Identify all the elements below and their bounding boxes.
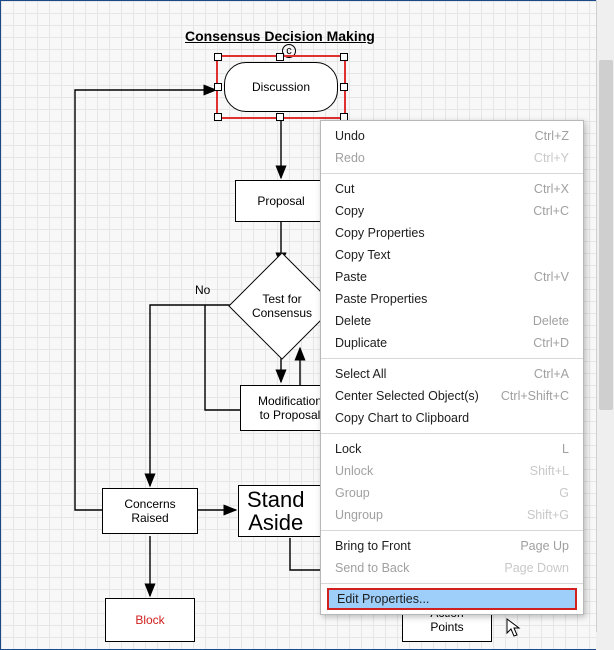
menu-separator: [321, 173, 583, 174]
node-block[interactable]: Block: [105, 598, 195, 642]
menu-label: Copy Properties: [335, 226, 425, 240]
menu-separator: [321, 433, 583, 434]
scrollbar-thumb[interactable]: [599, 60, 613, 410]
menu-label: Undo: [335, 129, 365, 143]
menu-label: Edit Properties...: [337, 592, 429, 606]
menu-group[interactable]: Group G: [321, 482, 583, 504]
menu-send-to-back[interactable]: Send to Back Page Down: [321, 557, 583, 579]
menu-copy-chart[interactable]: Copy Chart to Clipboard: [321, 407, 583, 429]
menu-shortcut: Shift+L: [530, 464, 569, 478]
context-menu: Undo Ctrl+Z Redo Ctrl+Y Cut Ctrl+X Copy …: [320, 120, 584, 615]
edge-label-no: No: [195, 283, 210, 297]
menu-label: Center Selected Object(s): [335, 389, 479, 403]
menu-paste-properties[interactable]: Paste Properties: [321, 288, 583, 310]
menu-shortcut: Ctrl+D: [533, 336, 569, 350]
menu-label: Copy Chart to Clipboard: [335, 411, 469, 425]
node-test-for-consensus[interactable]: Test for Consensus: [244, 268, 320, 344]
menu-shortcut: Ctrl+Shift+C: [501, 389, 569, 403]
menu-label: Ungroup: [335, 508, 383, 522]
menu-separator: [321, 530, 583, 531]
menu-shortcut: G: [559, 486, 569, 500]
menu-label: Delete: [335, 314, 371, 328]
menu-undo[interactable]: Undo Ctrl+Z: [321, 125, 583, 147]
menu-shortcut: L: [562, 442, 569, 456]
menu-duplicate[interactable]: Duplicate Ctrl+D: [321, 332, 583, 354]
menu-label: Paste Properties: [335, 292, 427, 306]
menu-ungroup[interactable]: Ungroup Shift+G: [321, 504, 583, 526]
node-label: Concerns Raised: [124, 497, 175, 525]
menu-shortcut: Ctrl+C: [533, 204, 569, 218]
node-proposal[interactable]: Proposal: [235, 180, 327, 222]
menu-shortcut: Page Up: [520, 539, 569, 553]
menu-edit-properties[interactable]: Edit Properties...: [327, 588, 577, 610]
menu-copy-text[interactable]: Copy Text: [321, 244, 583, 266]
menu-copy[interactable]: Copy Ctrl+C: [321, 200, 583, 222]
menu-label: Duplicate: [335, 336, 387, 350]
menu-shortcut: Shift+G: [527, 508, 569, 522]
menu-label: Copy: [335, 204, 364, 218]
menu-shortcut: Delete: [533, 314, 569, 328]
node-label: Modification to Proposal: [258, 394, 322, 422]
menu-select-all[interactable]: Select All Ctrl+A: [321, 363, 583, 385]
menu-shortcut: Page Down: [504, 561, 569, 575]
menu-label: Cut: [335, 182, 354, 196]
menu-unlock[interactable]: Unlock Shift+L: [321, 460, 583, 482]
menu-label: Lock: [335, 442, 361, 456]
menu-paste[interactable]: Paste Ctrl+V: [321, 266, 583, 288]
menu-label: Paste: [335, 270, 367, 284]
menu-bring-to-front[interactable]: Bring to Front Page Up: [321, 535, 583, 557]
menu-label: Redo: [335, 151, 365, 165]
menu-shortcut: Ctrl+X: [534, 182, 569, 196]
scrollbar-corner: [596, 632, 614, 650]
menu-label: Unlock: [335, 464, 373, 478]
menu-label: Select All: [335, 367, 386, 381]
selection-outline: [216, 55, 346, 119]
menu-shortcut: Ctrl+Y: [534, 151, 569, 165]
menu-label: Copy Text: [335, 248, 390, 262]
menu-label: Send to Back: [335, 561, 409, 575]
node-label: Proposal: [257, 194, 304, 208]
menu-redo[interactable]: Redo Ctrl+Y: [321, 147, 583, 169]
menu-label: Group: [335, 486, 370, 500]
diagram-title: Consensus Decision Making: [185, 28, 375, 44]
menu-shortcut: Ctrl+A: [534, 367, 569, 381]
menu-shortcut: Ctrl+Z: [535, 129, 569, 143]
menu-lock[interactable]: Lock L: [321, 438, 583, 460]
menu-cut[interactable]: Cut Ctrl+X: [321, 178, 583, 200]
node-label: Block: [135, 613, 164, 627]
menu-shortcut: Ctrl+V: [534, 270, 569, 284]
node-concerns-raised[interactable]: Concerns Raised: [102, 488, 198, 534]
vertical-scrollbar[interactable]: [596, 0, 614, 640]
menu-separator: [321, 358, 583, 359]
menu-label: Bring to Front: [335, 539, 411, 553]
menu-delete[interactable]: Delete Delete: [321, 310, 583, 332]
menu-separator: [321, 583, 583, 584]
node-label: Test for Consensus: [252, 292, 312, 321]
node-label: Stand Aside: [247, 488, 305, 534]
menu-center-selected[interactable]: Center Selected Object(s) Ctrl+Shift+C: [321, 385, 583, 407]
menu-copy-properties[interactable]: Copy Properties: [321, 222, 583, 244]
